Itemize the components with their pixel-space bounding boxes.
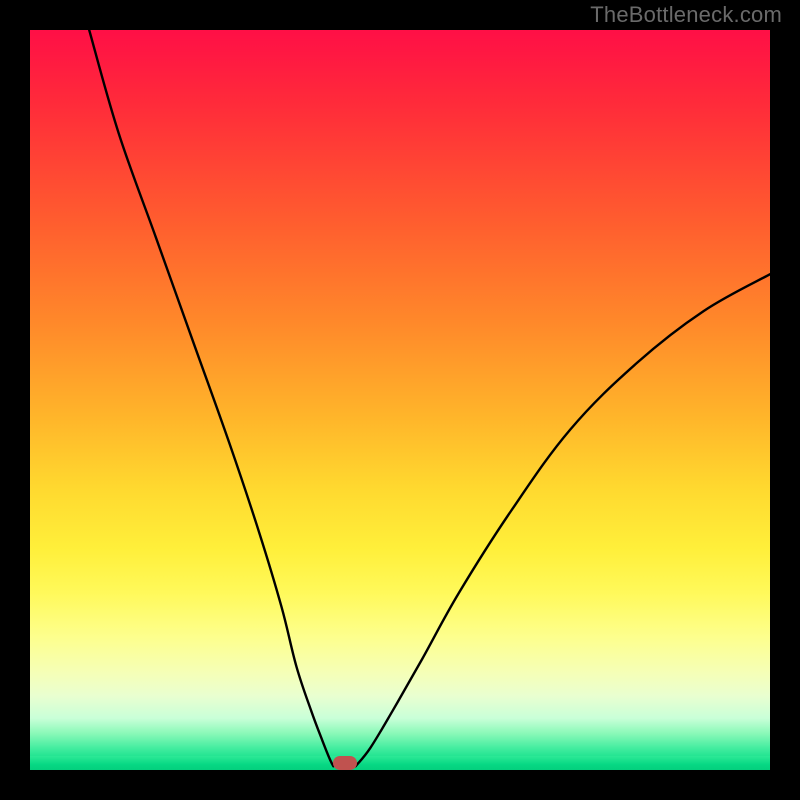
curve-left-branch — [89, 30, 333, 766]
plot-area — [30, 30, 770, 770]
curve-svg — [30, 30, 770, 770]
curve-right-branch — [356, 274, 770, 766]
optimum-marker — [333, 756, 357, 770]
watermark-text: TheBottleneck.com — [590, 2, 782, 28]
chart-frame: TheBottleneck.com — [0, 0, 800, 800]
